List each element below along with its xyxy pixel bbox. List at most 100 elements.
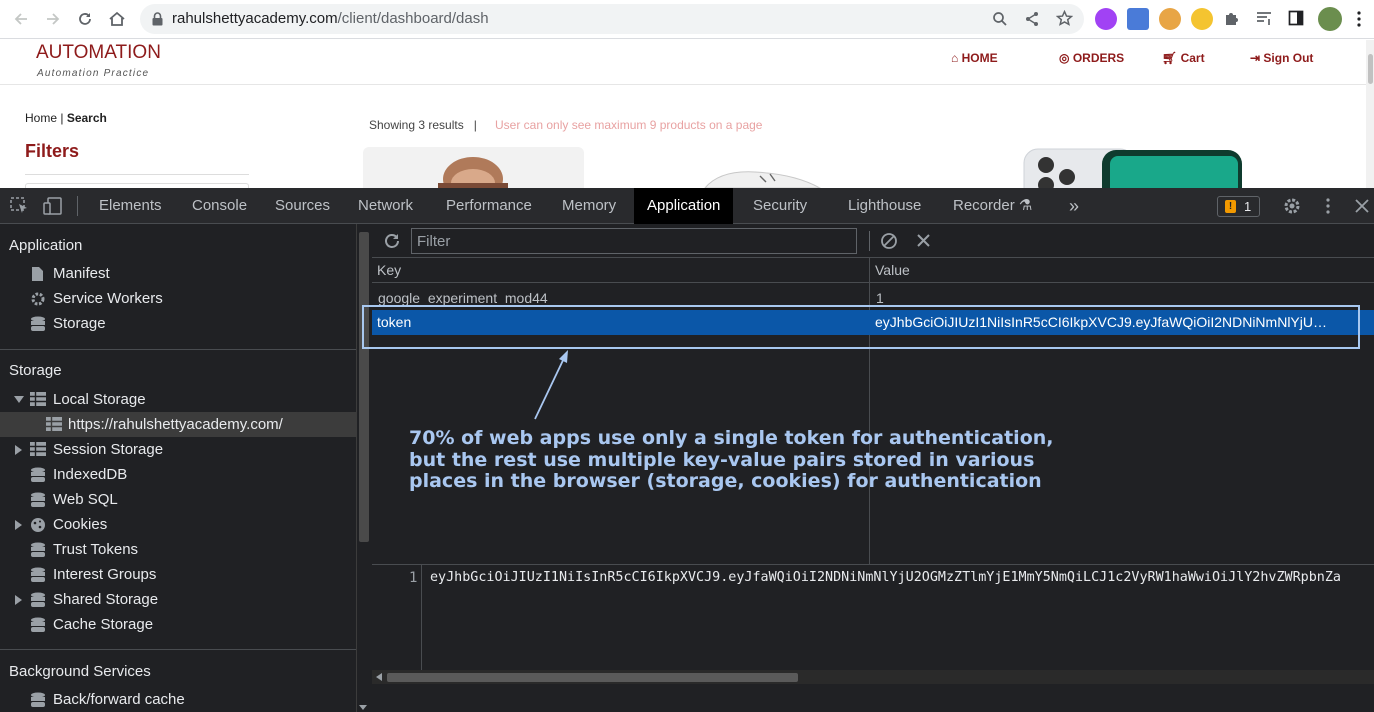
grid-table-icon	[30, 442, 46, 456]
table-row-key[interactable]: google_experiment_mod44	[378, 290, 548, 306]
close-devtools-icon[interactable]	[1355, 199, 1369, 213]
profile-avatar[interactable]	[1318, 7, 1342, 31]
sidebar-section-background-services: Background Services	[9, 663, 151, 680]
results-warning: User can only see maximum 9 products on …	[495, 118, 763, 132]
tab-security[interactable]: Security	[753, 188, 807, 224]
tab-sources[interactable]: Sources	[275, 188, 330, 224]
settings-gear-icon[interactable]	[1283, 197, 1301, 215]
page-scrollbar-thumb[interactable]	[1368, 54, 1373, 84]
reading-list-icon[interactable]	[1256, 10, 1272, 26]
sidebar-item-storage-overview[interactable]: Storage	[53, 315, 106, 332]
home-icon[interactable]	[105, 8, 129, 30]
column-header-key[interactable]: Key	[377, 262, 401, 278]
bookmark-star-icon[interactable]	[1056, 10, 1073, 27]
zoom-icon[interactable]	[992, 11, 1008, 27]
database-icon	[30, 567, 46, 583]
sidebar-item-trust-tokens[interactable]: Trust Tokens	[53, 541, 138, 558]
scroll-left-icon[interactable]	[376, 673, 382, 681]
extension-4-icon[interactable]	[1191, 8, 1213, 30]
lock-icon[interactable]	[152, 12, 163, 26]
tab-network[interactable]: Network	[358, 188, 413, 224]
sidebar-section-storage: Storage	[9, 362, 62, 379]
value-preview-text[interactable]: eyJhbGciOiJIUzI1NiIsInR5cCI6IkpXVCJ9.eyJ…	[430, 570, 1341, 585]
horizontal-scrollbar-thumb[interactable]	[387, 673, 798, 682]
nav-orders[interactable]: ◎ ORDERS	[1059, 51, 1124, 65]
brand-logo[interactable]: AUTOMATION	[36, 42, 161, 64]
refresh-icon[interactable]	[383, 232, 401, 250]
tab-console[interactable]: Console	[192, 188, 247, 224]
sidebar-item-shared-storage[interactable]: Shared Storage	[53, 591, 158, 608]
annotation-text: 70% of web apps use only a single token …	[409, 427, 1054, 492]
tab-recorder[interactable]: Recorder ⚗	[953, 188, 1032, 224]
sidebar-item-cookies[interactable]: Cookies	[53, 516, 107, 533]
sidebar-divider	[0, 649, 356, 650]
chevron-right-icon[interactable]	[15, 445, 23, 455]
product-image-2[interactable]	[700, 168, 825, 188]
sidebar-item-local-storage[interactable]: Local Storage	[53, 391, 146, 408]
nav-home[interactable]: ⌂ HOME	[951, 51, 998, 65]
more-tabs-button[interactable]: »	[1069, 188, 1079, 224]
sidebar-item-service-workers[interactable]: Service Workers	[53, 290, 163, 307]
side-panel-icon[interactable]	[1288, 10, 1304, 26]
devtools-panel: Elements Console Sources Network Perform…	[0, 188, 1374, 712]
clear-all-icon[interactable]	[880, 232, 898, 250]
extensions-puzzle-icon[interactable]	[1224, 10, 1240, 26]
table-row-value[interactable]: 1	[876, 290, 884, 306]
sidebar-scrollbar-thumb[interactable]	[359, 232, 369, 542]
sidebar-item-manifest[interactable]: Manifest	[53, 265, 110, 282]
devtools-menu-icon[interactable]	[1325, 198, 1331, 214]
sign-out-icon: ⇥	[1250, 51, 1261, 65]
translate-extension-icon[interactable]	[1127, 8, 1149, 30]
tab-memory[interactable]: Memory	[562, 188, 616, 224]
share-icon[interactable]	[1024, 11, 1040, 27]
issues-counter-button[interactable]: ! 1	[1217, 196, 1260, 217]
database-icon	[30, 492, 46, 508]
database-icon	[30, 542, 46, 558]
tab-performance[interactable]: Performance	[446, 188, 532, 224]
nav-cart[interactable]: 🛒︎ Cart	[1162, 51, 1205, 65]
tab-elements[interactable]: Elements	[99, 188, 162, 224]
chevron-down-icon[interactable]	[14, 396, 24, 404]
reload-icon[interactable]	[73, 8, 97, 30]
sidebar-item-web-sql[interactable]: Web SQL	[53, 491, 118, 508]
sidebar-section-application: Application	[9, 237, 83, 254]
tab-lighthouse[interactable]: Lighthouse	[848, 188, 921, 224]
sidebar-item-indexeddb[interactable]: IndexedDB	[53, 466, 127, 483]
device-toolbar-icon[interactable]	[43, 197, 63, 215]
browser-menu-icon[interactable]	[1356, 11, 1362, 27]
url-text[interactable]: rahulshettyacademy.com/client/dashboard/…	[172, 10, 489, 27]
annotation-arrow	[532, 349, 572, 421]
address-bar[interactable]: rahulshettyacademy.com/client/dashboard/…	[140, 4, 1084, 34]
product-image-3[interactable]	[1022, 147, 1244, 188]
filter-input[interactable]	[411, 228, 857, 254]
horizontal-scrollbar[interactable]	[372, 670, 1374, 684]
chevron-right-icon[interactable]	[15, 595, 23, 605]
sidebar-item-back-forward-cache[interactable]: Back/forward cache	[53, 691, 185, 708]
results-count: Showing 3 results |	[369, 118, 477, 132]
sidebar-item-session-storage[interactable]: Session Storage	[53, 441, 163, 458]
delete-selected-icon[interactable]	[917, 234, 930, 247]
value-preview-editor[interactable]: 1 eyJhbGciOiJIUzI1NiIsInR5cCI6IkpXVCJ9.e…	[372, 564, 1374, 671]
back-icon[interactable]	[9, 8, 33, 30]
forward-icon[interactable]	[41, 8, 65, 30]
tab-application[interactable]: Application	[634, 188, 734, 224]
sidebar-item-cache-storage[interactable]: Cache Storage	[53, 616, 153, 633]
breadcrumb-home[interactable]: Home	[25, 111, 57, 125]
application-sidebar: Application Manifest Service Workers Sto…	[0, 224, 356, 712]
grid-table-icon	[46, 417, 62, 431]
cookie-extension-icon[interactable]	[1159, 8, 1181, 30]
chevron-right-icon[interactable]	[15, 520, 23, 530]
sidebar-item-local-storage-origin[interactable]: https://rahulshettyacademy.com/	[68, 416, 283, 433]
toolbar-divider	[869, 231, 870, 251]
gear-icon	[30, 291, 46, 307]
database-icon	[30, 467, 46, 483]
sidebar-item-interest-groups[interactable]: Interest Groups	[53, 566, 156, 583]
column-header-value[interactable]: Value	[875, 262, 910, 278]
scroll-down-icon[interactable]	[359, 705, 367, 711]
grid-table-icon	[30, 392, 46, 406]
inspect-element-icon[interactable]	[10, 197, 30, 215]
nav-sign-out[interactable]: ⇥ Sign Out	[1250, 51, 1313, 65]
devtools-tab-bar: Elements Console Sources Network Perform…	[0, 188, 1374, 224]
extension-1-icon[interactable]	[1095, 8, 1117, 30]
product-image-1[interactable]	[363, 147, 584, 188]
